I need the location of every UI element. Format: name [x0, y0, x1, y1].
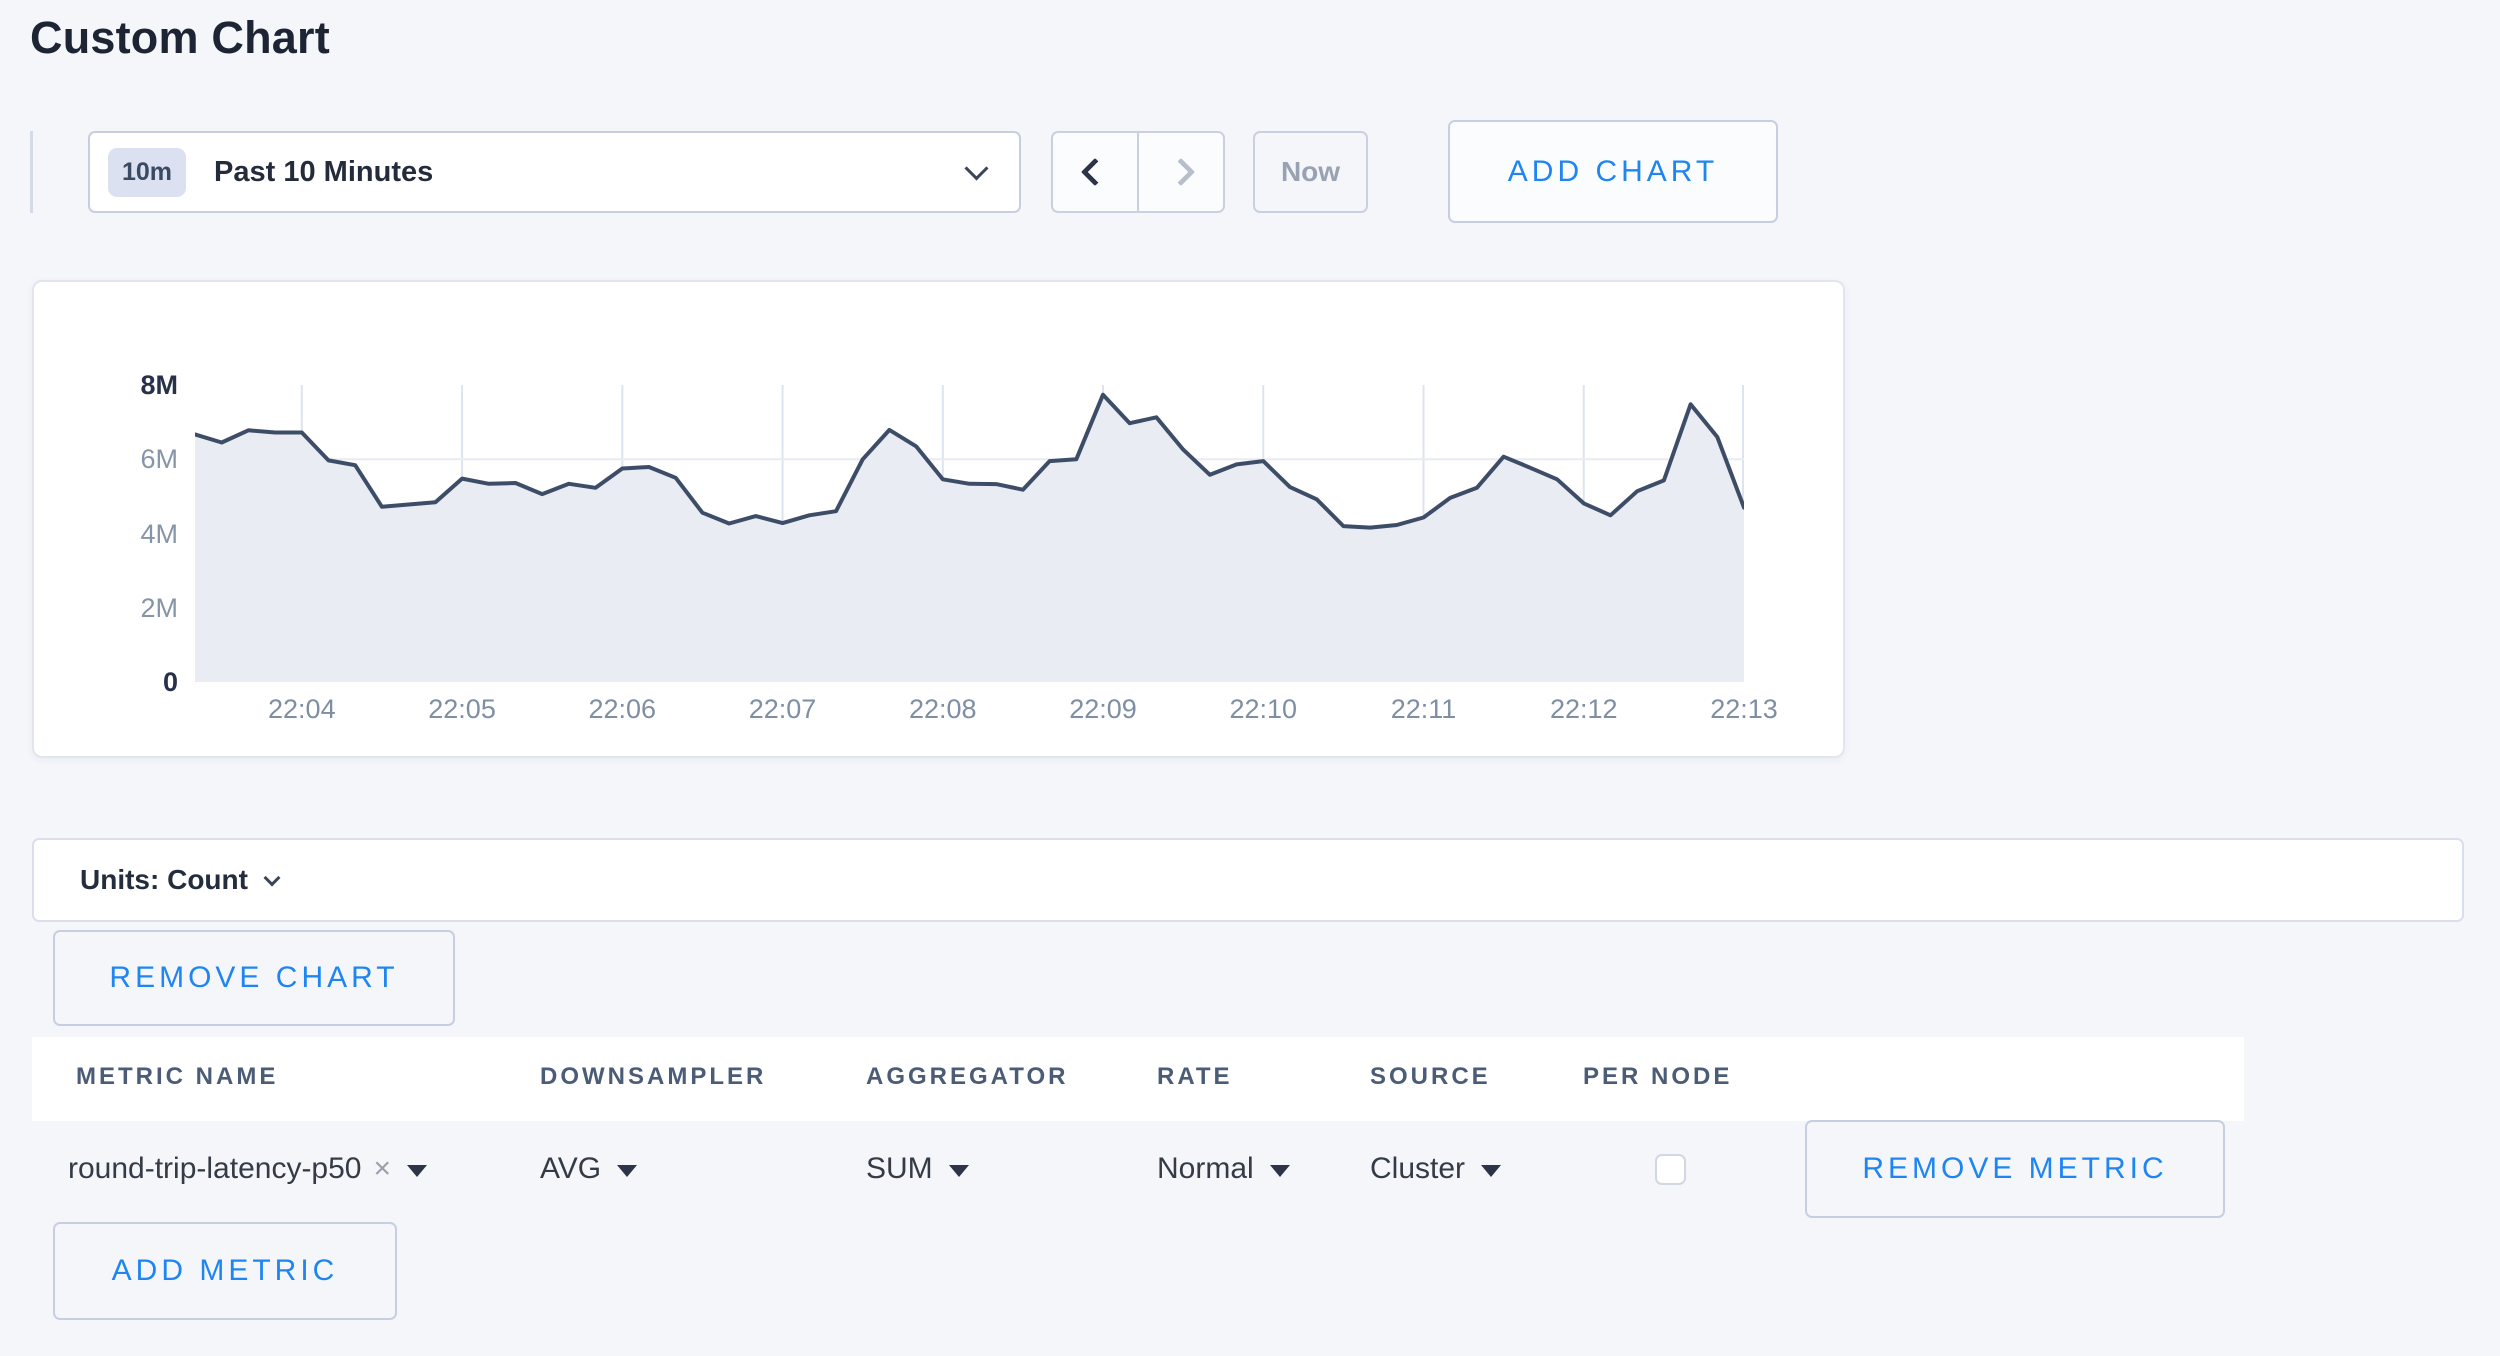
x-axis-tick: 22:05 [392, 694, 532, 725]
units-select-label: Units: Count [80, 864, 248, 896]
x-axis-tick: 22:11 [1354, 694, 1494, 725]
dropdown-caret-icon [1481, 1165, 1501, 1177]
dropdown-caret-icon [1270, 1165, 1290, 1177]
area-chart-plot [195, 385, 1744, 682]
metric-name-value: round-trip-latency-p50 [68, 1152, 361, 1186]
dropdown-caret-icon [949, 1165, 969, 1177]
column-header-downsampler: DOWNSAMPLER [540, 1063, 766, 1091]
x-axis-tick: 22:08 [873, 694, 1013, 725]
y-axis-tick: 8M [50, 369, 178, 401]
per-node-checkbox[interactable] [1655, 1154, 1686, 1185]
column-header-metric-name: METRIC NAME [76, 1063, 278, 1091]
prev-time-button[interactable] [1051, 131, 1138, 213]
y-axis-tick: 4M [50, 518, 178, 550]
dropdown-caret-icon [617, 1165, 637, 1177]
column-header-aggregator: AGGREGATOR [866, 1063, 1068, 1091]
clear-metric-icon[interactable]: × [373, 1152, 391, 1186]
chevron-left-icon [1081, 158, 1109, 186]
time-step-controls [1051, 131, 1225, 213]
rate-value: Normal [1157, 1152, 1254, 1186]
source-select[interactable]: Cluster [1370, 1120, 1501, 1218]
x-axis-tick: 22:10 [1193, 694, 1333, 725]
source-value: Cluster [1370, 1152, 1465, 1186]
page-title: Custom Chart [30, 12, 330, 64]
x-axis-tick: 22:13 [1674, 694, 1814, 725]
column-header-per-node: PER NODE [1583, 1063, 1732, 1091]
chevron-down-icon [263, 870, 280, 887]
time-range-select[interactable]: 10m Past 10 Minutes [88, 131, 1021, 213]
x-axis-tick: 22:06 [552, 694, 692, 725]
chart-card: 0 2M 4M 6M 8M 22:04 22:05 22:06 22:07 22:08 22:09… [32, 280, 1845, 758]
table-row: round-trip-latency-p50 × AVG SUM Normal … [32, 1120, 2464, 1218]
downsampler-select[interactable]: AVG [540, 1120, 637, 1218]
aggregator-value: SUM [866, 1152, 933, 1186]
units-select[interactable]: Units: Count [32, 838, 2464, 922]
y-axis-tick: 6M [50, 443, 178, 475]
dropdown-caret-icon [407, 1165, 427, 1177]
add-chart-button[interactable]: ADD CHART [1448, 120, 1778, 223]
x-axis-tick: 22:04 [232, 694, 372, 725]
chart-svg [195, 385, 1744, 682]
metric-name-select[interactable]: round-trip-latency-p50 × [68, 1120, 427, 1218]
aggregator-select[interactable]: SUM [866, 1120, 969, 1218]
chevron-down-icon [964, 156, 988, 180]
rate-select[interactable]: Normal [1157, 1120, 1290, 1218]
add-metric-button[interactable]: ADD METRIC [53, 1222, 397, 1320]
now-button[interactable]: Now [1253, 131, 1368, 213]
y-axis-tick: 0 [50, 666, 178, 698]
column-header-rate: RATE [1157, 1063, 1233, 1091]
metrics-table-header: METRIC NAME DOWNSAMPLER AGGREGATOR RATE … [32, 1037, 2244, 1121]
next-time-button[interactable] [1138, 131, 1225, 213]
x-axis-tick: 22:07 [713, 694, 853, 725]
downsampler-value: AVG [540, 1152, 601, 1186]
y-axis-tick: 2M [50, 592, 178, 624]
column-header-source: SOURCE [1370, 1063, 1491, 1091]
x-axis-tick: 22:09 [1033, 694, 1173, 725]
remove-metric-button[interactable]: REMOVE METRIC [1805, 1120, 2225, 1218]
time-range-badge: 10m [108, 148, 186, 197]
toolbar-divider [30, 131, 33, 213]
time-range-label: Past 10 Minutes [214, 156, 968, 189]
x-axis-tick: 22:12 [1514, 694, 1654, 725]
remove-chart-button[interactable]: REMOVE CHART [53, 930, 455, 1026]
chevron-right-icon [1167, 158, 1195, 186]
